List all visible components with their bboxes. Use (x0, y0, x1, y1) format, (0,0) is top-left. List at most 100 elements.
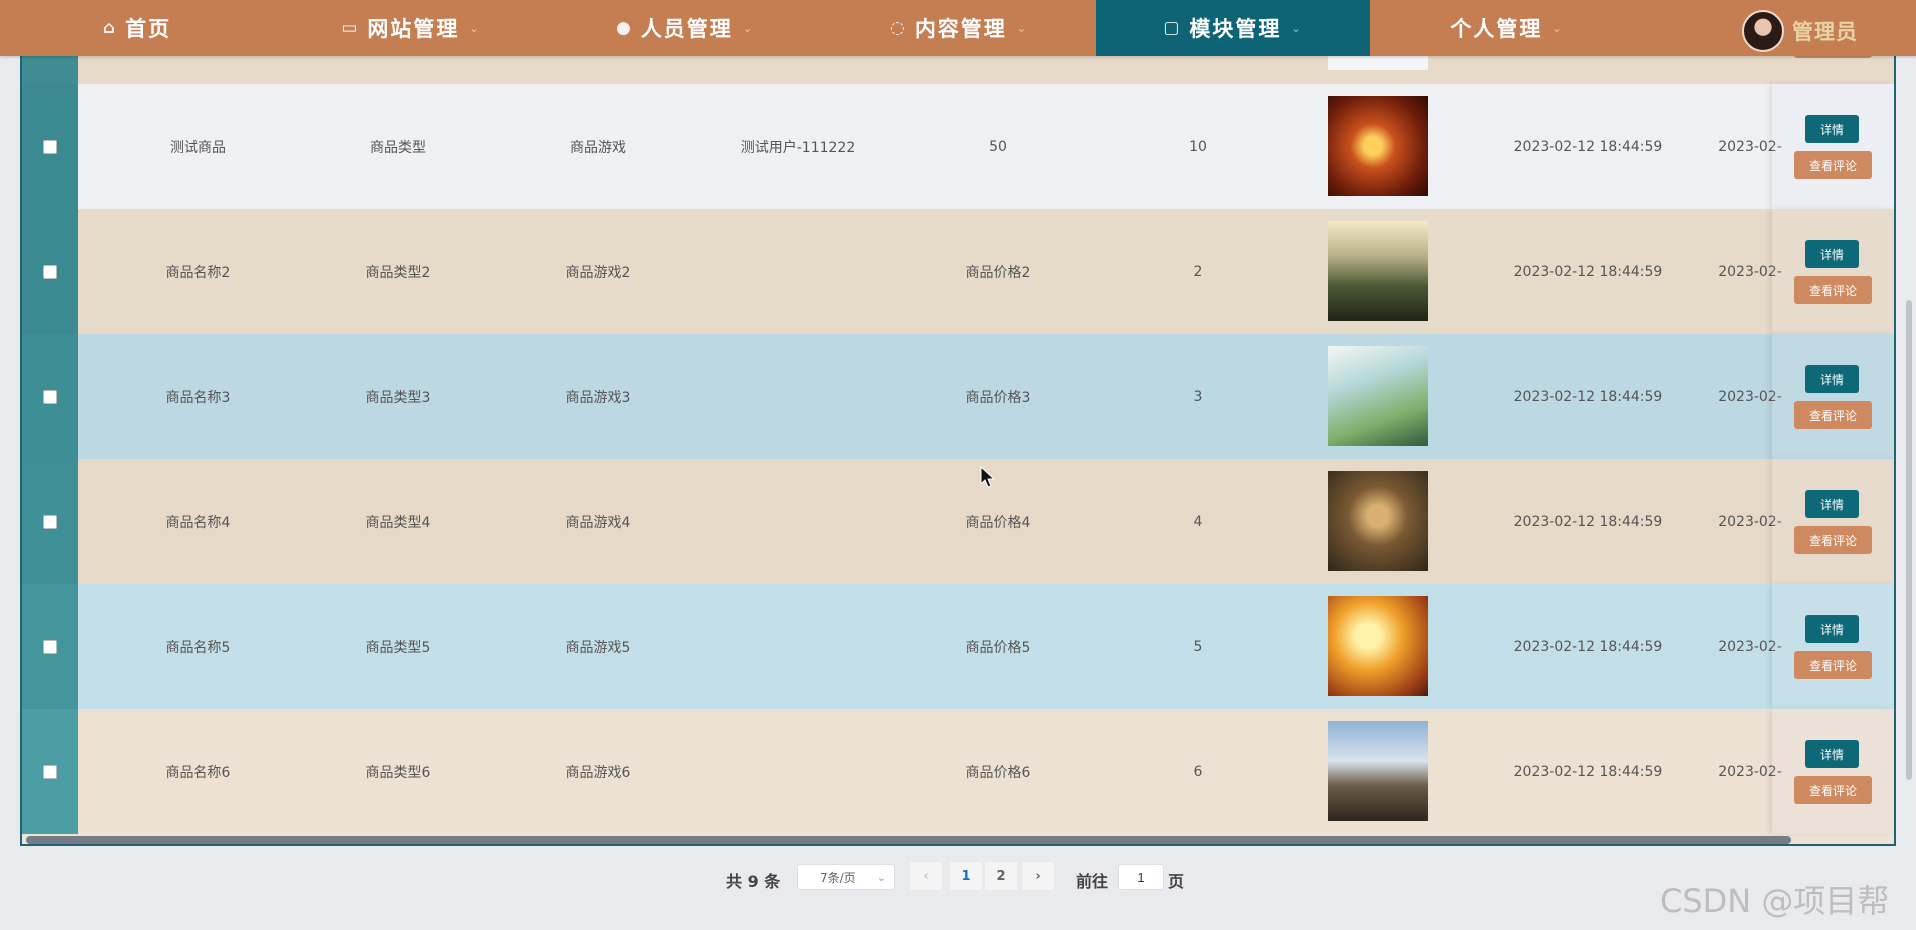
nav-content-management[interactable]: ◌ 内容管理 ⌄ (822, 0, 1096, 56)
cell-created: 2023-02-12 18:44:59 (1513, 388, 1663, 405)
goto-label: 前往 (1076, 872, 1109, 891)
nav-module-management[interactable]: ▢ 模块管理 ⌄ (1096, 0, 1370, 56)
product-thumbnail[interactable] (1328, 221, 1428, 321)
checkbox-column (22, 459, 78, 584)
checkbox-column (22, 209, 78, 334)
chevron-down-icon: ⌄ (1552, 21, 1564, 35)
row-checkbox[interactable] (43, 764, 57, 779)
cell-stock: 5 (1193, 638, 1203, 655)
checkbox-column (22, 334, 78, 459)
chevron-down-icon: ⌄ (742, 21, 755, 35)
table-row: 商品名称5 商品类型5 商品游戏5 商品价格5 5 2023-02-12 18:44:59… (22, 584, 1894, 709)
chevron-down-icon: ⌄ (1016, 21, 1029, 35)
cell-created: 2023-02-12 18:44:59 (1513, 138, 1663, 155)
page-number: 2 (996, 868, 1006, 884)
row-actions: 详情 查看评论 (1772, 334, 1894, 459)
view-comments-button[interactable]: 查看评论 (1794, 276, 1872, 304)
nav-people-management[interactable]: ● 人员管理 ⌄ (548, 0, 822, 56)
person-icon: ● (615, 18, 633, 38)
detail-button[interactable]: 详情 (1805, 365, 1859, 393)
detail-button[interactable]: 详情 (1805, 240, 1859, 268)
avatar[interactable] (1742, 10, 1784, 52)
table-row: 商品名称3 商品类型3 商品游戏3 商品价格3 3 2023-02-12 18:44:59… (22, 334, 1894, 459)
row-checkbox[interactable] (43, 389, 57, 404)
user-name: 管理员 (1792, 20, 1858, 44)
view-comments-button[interactable]: 查看评论 (1794, 151, 1872, 179)
view-comments-button[interactable]: 查看评论 (1794, 651, 1872, 679)
chevron-down-icon: ⌄ (876, 871, 886, 884)
chevron-right-icon: › (1035, 868, 1041, 884)
watermark: CSDN @项目帮 (1660, 882, 1890, 920)
detail-button[interactable]: 详情 (1805, 615, 1859, 643)
cell-stock: 3 (1193, 388, 1203, 405)
detail-button[interactable]: 详情 (1805, 740, 1859, 768)
vertical-scrollbar[interactable] (1906, 300, 1912, 780)
top-nav: ⌂ 首页 ▭ 网站管理 ⌄ ● 人员管理 ⌄ ◌ 内容管理 ⌄ ▢ 模块管理 ⌄… (0, 0, 1916, 56)
view-comments-button[interactable]: 查看评论 (1794, 776, 1872, 804)
nav-personal-management-label: 个人管理 (1450, 17, 1543, 41)
view-comments-button[interactable]: 查看评论 (1794, 526, 1872, 554)
total-count: 共 9 条 (726, 872, 781, 891)
cell-stock: 10 (1189, 138, 1207, 155)
chat-icon: ◌ (889, 18, 907, 38)
chevron-left-icon: ‹ (923, 868, 929, 884)
monitor-icon: ▭ (341, 18, 360, 38)
prev-page-button[interactable]: ‹ (910, 862, 942, 890)
nav-home[interactable]: ⌂ 首页 (0, 0, 274, 56)
row-actions: 详情 查看评论 (1772, 84, 1894, 209)
nav-personal-management[interactable]: 个人管理 ⌄ (1370, 0, 1644, 56)
cell-created: 2023-02-12 18:44:59 (1513, 263, 1663, 280)
cell-created: 2023-02-12 18:44:59 (1513, 763, 1663, 780)
row-checkbox[interactable] (43, 139, 57, 154)
page-number: 1 (961, 868, 971, 884)
row-checkbox[interactable] (43, 514, 57, 529)
checkbox-column (22, 584, 78, 709)
table-row: 商品名称2 商品类型2 商品游戏2 商品价格2 2 2023-02-12 18:44:59… (22, 209, 1894, 334)
detail-button[interactable]: 详情 (1805, 115, 1859, 143)
product-thumbnail[interactable] (1328, 596, 1428, 696)
nav-module-management-label: 模块管理 (1189, 17, 1282, 41)
row-checkbox[interactable] (43, 639, 57, 654)
pagination: 共 9 条 7条/页 ⌄ ‹ 1 2 › 前往 页 (0, 862, 1916, 896)
table-row: 测试商品 商品类型 商品游戏 测试用户-111222 50 10 2023-02-12 18… (22, 84, 1894, 209)
user-menu[interactable]: 管理员 (1742, 10, 1858, 52)
product-thumbnail[interactable] (1328, 96, 1428, 196)
product-thumbnail[interactable] (1328, 346, 1428, 446)
thumbnail-partial (1328, 54, 1428, 70)
page-2-button[interactable]: 2 (985, 862, 1017, 890)
page-size-select[interactable]: 7条/页 ⌄ (797, 864, 895, 890)
home-icon: ⌂ (102, 18, 118, 38)
row-actions: 详情 查看评论 (1772, 209, 1894, 334)
chevron-down-icon: ⌄ (469, 21, 481, 35)
nav-content-management-label: 内容管理 (914, 17, 1007, 41)
row-actions: 详情 查看评论 (1772, 459, 1894, 584)
next-page-button[interactable]: › (1022, 862, 1054, 890)
nav-home-label: 首页 (125, 17, 172, 41)
module-icon: ▢ (1163, 18, 1182, 38)
page-suffix: 页 (1168, 872, 1185, 891)
horizontal-scrollbar[interactable] (26, 836, 1791, 844)
chevron-down-icon: ⌄ (1291, 21, 1303, 35)
page-1-button[interactable]: 1 (950, 862, 982, 890)
nav-site-management[interactable]: ▭ 网站管理 ⌄ (274, 0, 548, 56)
cell-created: 2023-02-12 18:44:59 (1513, 638, 1663, 655)
row-actions: 详情 查看评论 (1772, 709, 1894, 834)
cell-stock: 6 (1193, 763, 1203, 780)
detail-button[interactable]: 详情 (1805, 490, 1859, 518)
page-size-value: 7条/页 (820, 870, 856, 885)
checkbox-column (22, 709, 78, 834)
row-actions: 详情 查看评论 (1772, 584, 1894, 709)
checkbox-column (22, 84, 78, 209)
product-table: 测试商品 商品类型 商品游戏 测试用户-111222 50 10 2023-02-12 18… (20, 0, 1896, 846)
goto-page-input[interactable] (1118, 864, 1164, 890)
product-thumbnail[interactable] (1328, 471, 1428, 571)
cell-stock: 2 (1193, 263, 1203, 280)
cell-created: 2023-02-12 18:44:59 (1513, 513, 1663, 530)
product-thumbnail[interactable] (1328, 721, 1428, 821)
cell-stock: 4 (1193, 513, 1203, 530)
table-row: 商品名称4 商品类型4 商品游戏4 商品价格4 4 2023-02-12 18:44:59… (22, 459, 1894, 584)
row-checkbox[interactable] (43, 264, 57, 279)
table-row: 商品名称6 商品类型6 商品游戏6 商品价格6 6 2023-02-12 18:44:59… (22, 709, 1894, 834)
view-comments-button[interactable]: 查看评论 (1794, 401, 1872, 429)
nav-site-management-label: 网站管理 (367, 17, 460, 41)
